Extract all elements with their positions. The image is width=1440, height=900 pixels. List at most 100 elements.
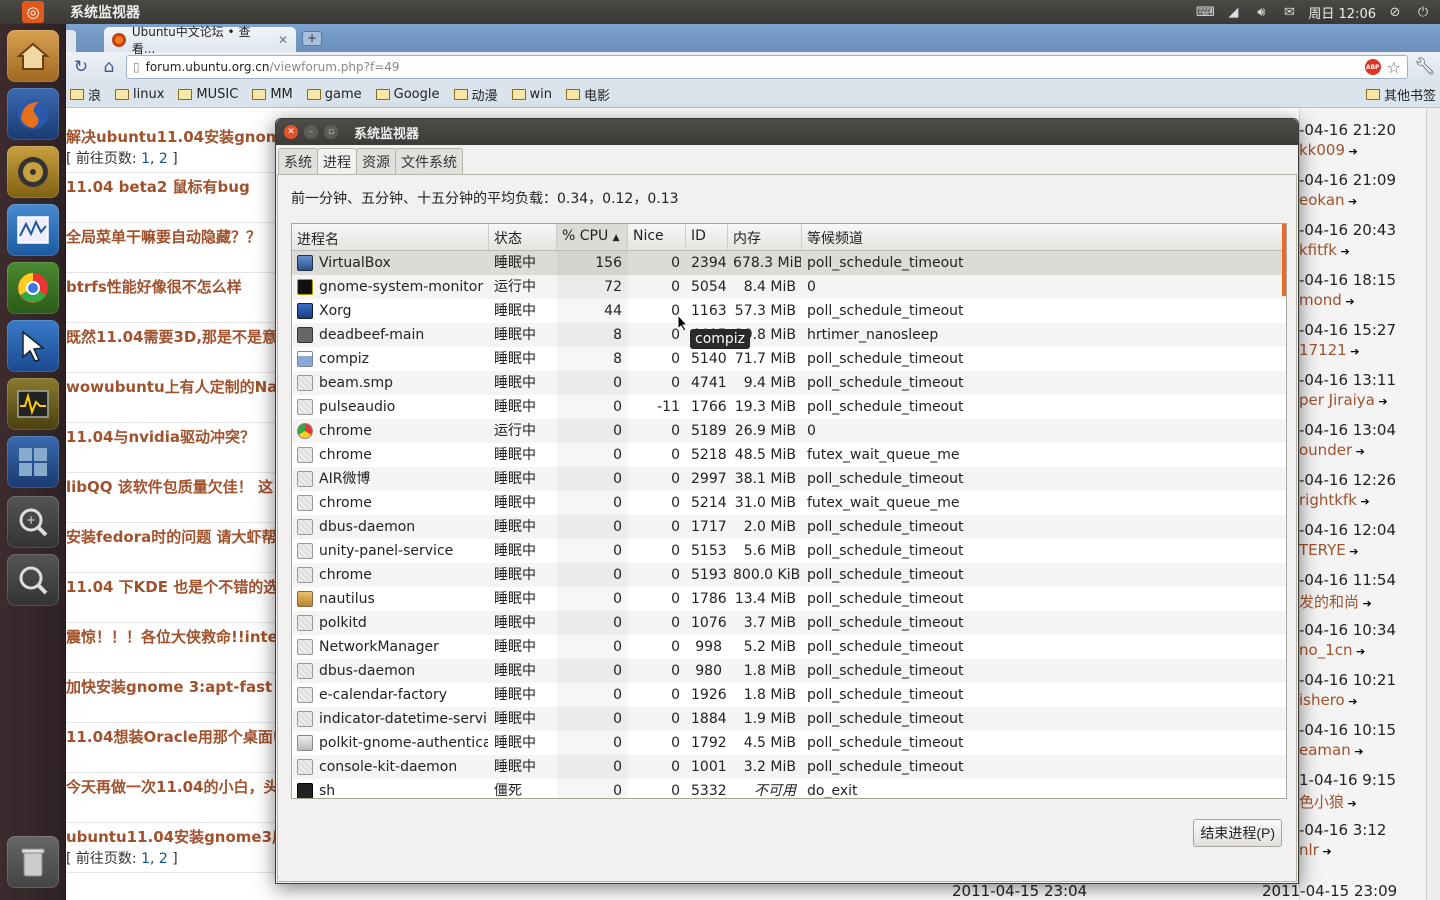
page-scrollbar[interactable]	[1426, 108, 1440, 900]
topic-link[interactable]: libQQ 该软件包质量欠佳！ 这	[66, 476, 273, 497]
tab-resources[interactable]: 资源	[356, 148, 396, 174]
rhythmbox-icon[interactable]	[7, 146, 59, 198]
table-row[interactable]: beam.smp 睡眠中 0 0 4741 9.4 MiB poll_schedule_ti…	[292, 371, 1286, 395]
topic-link[interactable]: 11.04想装Oracle用那个桌面U	[66, 726, 285, 747]
goto-post-icon[interactable]: ➔	[1357, 495, 1369, 508]
goto-post-icon[interactable]: ➔	[1347, 345, 1359, 358]
last-post-user[interactable]: ishero ➔	[1299, 691, 1357, 709]
table-row[interactable]: e-calendar-factory 睡眠中 0 0 1926 1.8 MiB poll_s…	[292, 683, 1286, 707]
topic-link[interactable]: 11.04 beta2 鼠标有bug	[66, 176, 250, 197]
ubuntu-logo-icon[interactable]: ◎	[0, 0, 66, 24]
last-post-user[interactable]: ounder ➔	[1299, 441, 1365, 459]
table-row[interactable]: chrome 睡眠中 0 0 5214 31.0 MiB futex_wait_queue_…	[292, 491, 1286, 515]
goto-post-icon[interactable]: ➔	[1345, 195, 1357, 208]
tab-system[interactable]: 系统	[278, 148, 318, 174]
table-row[interactable]: indicator-datetime-servi 睡眠中 0 0 1884 1.9 MiB…	[292, 707, 1286, 731]
table-row[interactable]: polkit-gnome-authentica 睡眠中 0 0 1792 4.5 MiB p…	[292, 731, 1286, 755]
bookmark-folder[interactable]: 动漫	[453, 85, 498, 104]
home-icon[interactable]: ⌂	[98, 56, 120, 78]
table-row[interactable]: deadbeef-main睡眠中80440529.8 MiBhrtimer_na…	[292, 323, 1286, 347]
goto-post-icon[interactable]: ➔	[1346, 545, 1358, 558]
goto-post-icon[interactable]: ➔	[1359, 597, 1372, 610]
column-header-state[interactable]: 状态	[489, 224, 557, 250]
topic-link[interactable]: 震惊！！！各位大侠救命!!inte	[66, 626, 278, 647]
table-row[interactable]: dbus-daemon 睡眠中 0 0 1717 2.0 MiB poll_schedule…	[292, 515, 1286, 539]
goto-post-icon[interactable]: ➔	[1319, 845, 1331, 858]
wrench-icon[interactable]: 🔧︎	[1414, 56, 1436, 78]
column-header-waiting-channel[interactable]: 等候频道	[802, 224, 1286, 250]
table-row[interactable]: dbus-daemon 睡眠中 0 0 980 1.8 MiB poll_schedule_…	[292, 659, 1286, 683]
goto-post-icon[interactable]: ➔	[1352, 645, 1365, 658]
bookmark-folder[interactable]: MM	[252, 87, 293, 102]
column-header-memory[interactable]: 内存	[728, 224, 802, 250]
minimize-icon[interactable]: –	[304, 125, 318, 139]
table-row[interactable]: VirtualBox 睡眠中 156 0 2394 678.3 MiB poll_sched…	[292, 251, 1286, 275]
table-row[interactable]: chrome 睡眠中 0 0 5218 48.5 MiB futex_wait_queue_…	[292, 443, 1286, 467]
goto-post-icon[interactable]: ➔	[1344, 797, 1357, 810]
last-post-user[interactable]: rightkfk ➔	[1299, 491, 1370, 509]
topic-link[interactable]: wowubuntu上有人定制的Nat	[66, 376, 285, 397]
column-header-nice[interactable]: Nice	[628, 224, 686, 250]
files-lens-icon[interactable]	[7, 554, 59, 606]
last-post-user[interactable]: eokan ➔	[1299, 191, 1357, 209]
topic-link[interactable]: 解决ubuntu11.04安装gnome	[66, 126, 292, 147]
topic-link[interactable]: btrfs性能好像很不怎么样	[66, 276, 242, 297]
pointer-app-icon[interactable]	[7, 320, 59, 372]
tab-filesystems[interactable]: 文件系统	[395, 148, 463, 174]
new-tab-button[interactable]: +	[302, 31, 322, 46]
page-link[interactable]: 2	[159, 851, 168, 867]
table-row[interactable]: gnome-system-monitor 运行中 72 0 5054 8.4 MiB 0	[292, 275, 1286, 299]
bookmark-folder[interactable]: 电影	[566, 85, 610, 104]
table-row[interactable]: compiz 睡眠中 8 0 5140 71.7 MiB poll_schedule_tim…	[292, 347, 1286, 371]
close-icon[interactable]: ✕	[284, 125, 298, 139]
mail-icon[interactable]: ✉	[1280, 4, 1298, 20]
table-row[interactable]: AIR微博 睡眠中 0 0 2997 38.1 MiB poll_schedule_time…	[292, 467, 1286, 491]
topic-link[interactable]: 今天再做一次11.04的小白，头	[66, 776, 278, 797]
topic-link[interactable]: 加快安装gnome 3:apt-fast	[66, 676, 272, 697]
last-post-user[interactable]: 发的和尚 ➔	[1299, 591, 1372, 612]
tab-stub[interactable]	[66, 30, 76, 52]
table-row[interactable]: Xorg 睡眠中 44 0 1163 57.3 MiB poll_schedule_time…	[292, 299, 1286, 323]
other-bookmarks[interactable]: 其他书签	[1365, 85, 1436, 104]
goto-post-icon[interactable]: ➔	[1337, 245, 1349, 258]
table-row[interactable]: console-kit-daemon 睡眠中 0 0 1001 3.2 MiB poll_s…	[292, 755, 1286, 779]
topic-link[interactable]: ubuntu11.04安装gnome3后	[66, 826, 287, 847]
table-row[interactable]: nautilus 睡眠中 0 0 1786 13.4 MiB poll_schedule_t…	[292, 587, 1286, 611]
table-row[interactable]: chrome 运行中 0 0 5189 26.9 MiB 0	[292, 419, 1286, 443]
user-status-icon[interactable]: ⊘	[1386, 4, 1404, 20]
table-row[interactable]: pulseaudio 睡眠中 0 -11 1766 19.3 MiB poll_schedu…	[292, 395, 1286, 419]
system-monitor-graph-icon[interactable]	[7, 204, 59, 256]
reload-icon[interactable]: ↻	[70, 56, 92, 78]
column-header-cpu[interactable]: % CPU ▲	[557, 224, 628, 250]
keyboard-icon[interactable]: ⌨	[1196, 4, 1215, 20]
goto-post-icon[interactable]: ➔	[1375, 395, 1387, 408]
last-post-user[interactable]: TERYE ➔	[1299, 541, 1358, 559]
goto-post-icon[interactable]: ➔	[1345, 145, 1358, 158]
last-post-user[interactable]: per Jiraiya ➔	[1299, 391, 1388, 409]
table-row[interactable]: polkitd 睡眠中 0 0 1076 3.7 MiB poll_schedule_tim…	[292, 611, 1286, 635]
table-row[interactable]: sh 僵死 0 0 5332 不可用 do_exit	[292, 779, 1286, 798]
topic-link[interactable]: 11.04与nvidia驱动冲突？	[66, 426, 255, 447]
table-row[interactable]: NetworkManager 睡眠中 0 0 998 5.2 MiB poll_schedu…	[292, 635, 1286, 659]
volume-icon[interactable]: 🔊︎	[1252, 4, 1270, 20]
bookmark-folder[interactable]: 浪	[70, 85, 101, 104]
page-link[interactable]: 1	[141, 851, 150, 867]
bookmark-folder[interactable]: win	[511, 87, 552, 102]
home-folder-icon[interactable]	[7, 30, 59, 82]
goto-post-icon[interactable]: ➔	[1345, 695, 1357, 708]
last-post-user[interactable]: eaman ➔	[1299, 741, 1363, 759]
window-titlebar[interactable]: ✕ – ▫ 系统监视器	[276, 119, 1298, 145]
close-icon[interactable]: ✕	[278, 33, 288, 47]
table-scrollbar[interactable]	[1282, 224, 1286, 296]
last-post-user[interactable]: kfitfk ➔	[1299, 241, 1350, 259]
bookmark-folder[interactable]: MUSIC	[178, 87, 238, 102]
bookmark-folder[interactable]: linux	[115, 87, 164, 102]
bookmark-folder[interactable]: game	[306, 87, 362, 102]
last-post-user[interactable]: 色小狼 ➔	[1299, 791, 1357, 812]
firefox-icon[interactable]	[7, 88, 59, 140]
chrome-icon[interactable]	[7, 262, 59, 314]
system-monitor-icon[interactable]	[7, 378, 59, 430]
page-link[interactable]: 1	[141, 151, 150, 167]
end-process-button[interactable]: 结束进程(P)	[1193, 819, 1282, 847]
goto-post-icon[interactable]: ➔	[1342, 295, 1354, 308]
